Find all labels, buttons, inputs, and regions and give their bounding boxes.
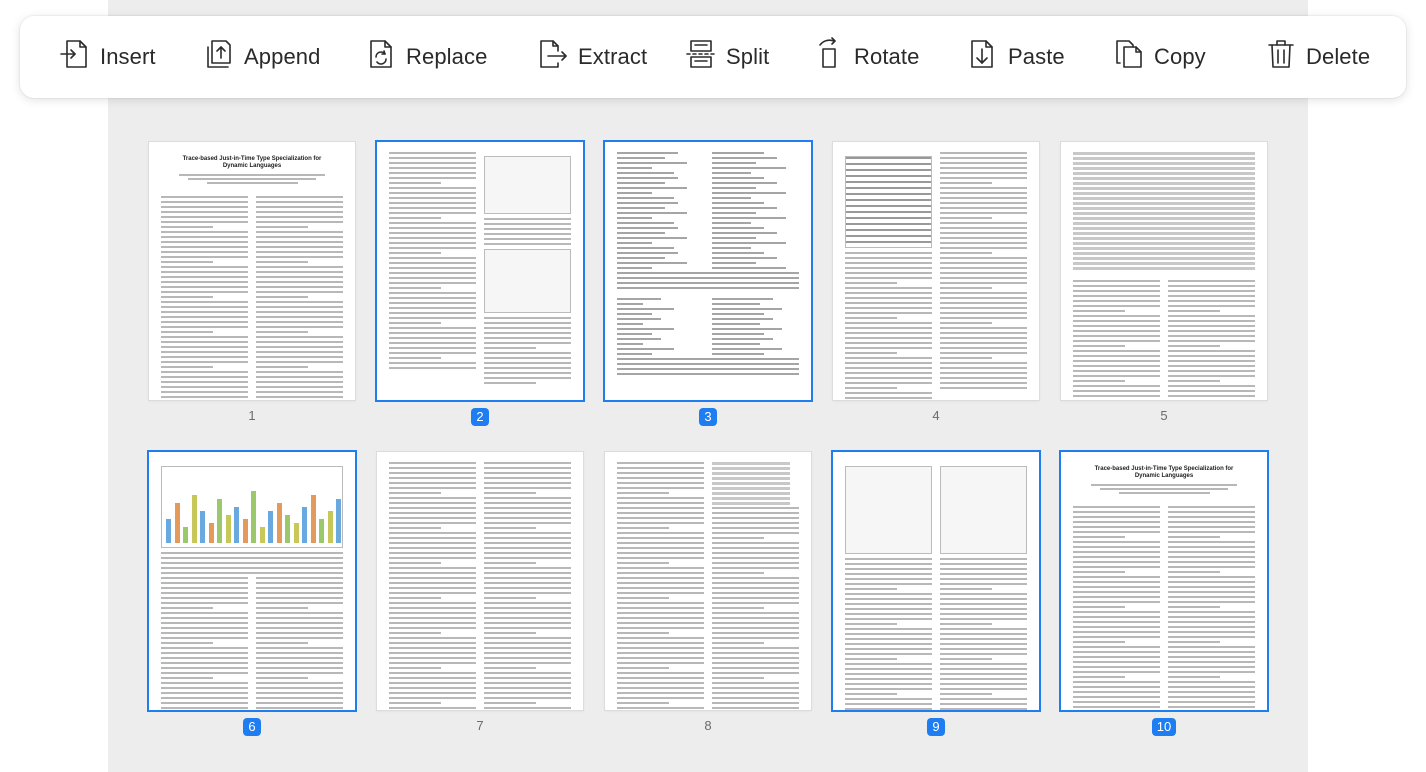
- copy-icon: [1112, 37, 1146, 77]
- page-number-label: 8: [704, 718, 712, 733]
- append-button[interactable]: Append: [198, 27, 324, 87]
- page-thumbnail[interactable]: [377, 452, 583, 710]
- insert-button[interactable]: Insert: [54, 27, 160, 87]
- replace-button[interactable]: Replace: [360, 27, 491, 87]
- page-number-label: 7: [476, 718, 484, 733]
- page-number-label: 4: [932, 408, 940, 423]
- replace-icon: [364, 37, 398, 77]
- page-number-label: 5: [1160, 408, 1168, 423]
- page-title-text: Trace-based Just-in-Time Type Specializa…: [1094, 466, 1234, 479]
- delete-button[interactable]: Delete: [1260, 27, 1374, 87]
- insert-icon: [58, 37, 92, 77]
- toolbar: Insert Append Replace Extract Split Rota…: [20, 16, 1406, 98]
- page-thumbnail[interactable]: [833, 452, 1039, 710]
- paste-icon: [966, 37, 1000, 77]
- page-number-label: 2: [471, 408, 489, 426]
- delete-label: Delete: [1306, 44, 1371, 69]
- replace-label: Replace: [406, 44, 488, 69]
- delete-icon: [1264, 37, 1298, 77]
- rotate-label: Rotate: [854, 44, 920, 69]
- page-number-label: 1: [248, 408, 256, 423]
- extract-label: Extract: [578, 44, 648, 69]
- split-button[interactable]: Split: [680, 27, 773, 87]
- page-number-label: 3: [699, 408, 717, 426]
- rotate-icon: [812, 37, 846, 77]
- split-icon: [684, 37, 718, 77]
- paste-button[interactable]: Paste: [962, 27, 1069, 87]
- page-number-label: 6: [243, 718, 261, 736]
- page-thumbnail[interactable]: [605, 452, 811, 710]
- page-thumbnail[interactable]: [605, 142, 811, 400]
- page-thumbnail[interactable]: [1061, 142, 1267, 400]
- page-title-text: Trace-based Just-in-Time Type Specializa…: [182, 156, 322, 169]
- copy-label: Copy: [1154, 44, 1206, 69]
- rotate-button[interactable]: Rotate: [808, 27, 923, 87]
- append-label: Append: [244, 44, 321, 69]
- copy-button[interactable]: Copy: [1108, 27, 1210, 87]
- page-thumbnail[interactable]: [149, 452, 355, 710]
- extract-icon: [536, 37, 570, 77]
- page-thumbnail[interactable]: [377, 142, 583, 400]
- page-thumbnail[interactable]: Trace-based Just-in-Time Type Specializa…: [1061, 452, 1267, 710]
- extract-button[interactable]: Extract: [532, 27, 651, 87]
- page-number-label: 10: [1151, 718, 1177, 736]
- page-thumbnail[interactable]: [833, 142, 1039, 400]
- append-icon: [202, 37, 236, 77]
- paste-label: Paste: [1008, 44, 1065, 69]
- page-thumbnail[interactable]: Trace-based Just-in-Time Type Specializa…: [149, 142, 355, 400]
- insert-label: Insert: [100, 44, 156, 69]
- page-number-label: 9: [927, 718, 945, 736]
- split-label: Split: [726, 44, 770, 69]
